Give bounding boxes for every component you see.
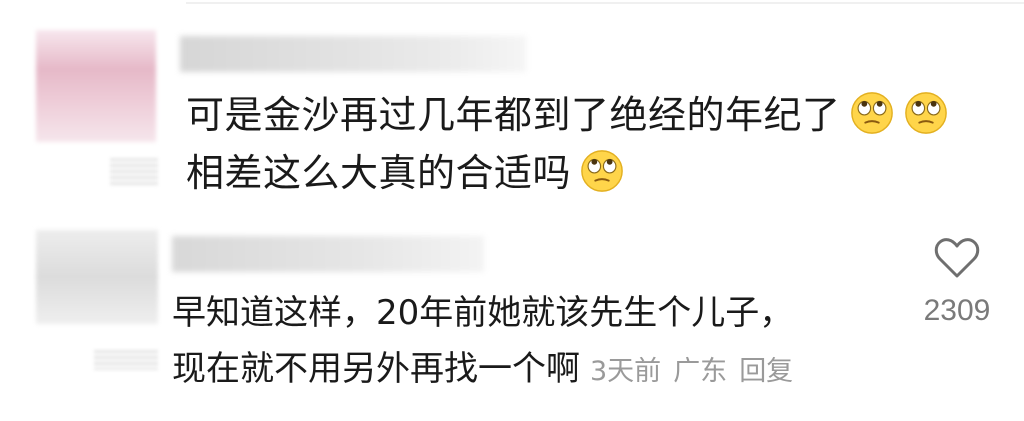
heart-outline-icon[interactable]: [933, 236, 981, 280]
comment-text-line: 现在就不用另外再找一个啊 3天前 广东 回复: [172, 341, 892, 400]
top-divider: [186, 2, 1024, 4]
avatar-blurred[interactable]: [36, 230, 158, 324]
eye-roll-emoji: [850, 92, 893, 134]
comment-text-segment: 可是金沙再过几年都到了绝经的年纪了: [186, 93, 841, 137]
blurred-region: [110, 158, 158, 186]
comment-text-line: 可是金沙再过几年都到了绝经的年纪了: [186, 86, 1006, 144]
comment-time: 3天前: [590, 356, 662, 387]
username-blurred[interactable]: [180, 36, 526, 72]
username-blurred[interactable]: [172, 236, 484, 272]
comment-text-line: 早知道这样，20年前她就该先生个儿子，: [172, 293, 794, 333]
eye-roll-emoji: [904, 92, 947, 134]
eye-roll-emoji: [581, 150, 623, 192]
comment-text-line: 相差这么大真的合适吗: [186, 144, 1006, 202]
like-count: 2309: [923, 294, 991, 327]
comment-text: 早知道这样，20年前她就该先生个儿子， 现在就不用另外再找一个啊 3天前 广东 回复: [172, 285, 892, 400]
comment-location: 广东: [673, 356, 728, 387]
blurred-region: [94, 350, 158, 370]
reply-button[interactable]: 回复: [739, 356, 793, 387]
comment-text-segment: 现在就不用另外再找一个啊: [172, 349, 580, 389]
avatar-blurred[interactable]: [36, 30, 156, 142]
comment-text-segment: 相差这么大真的合适吗: [186, 151, 572, 195]
like-button[interactable]: 2309: [912, 236, 1002, 328]
comment-text: 可是金沙再过几年都到了绝经的年纪了 相差这么大真的合适吗: [186, 86, 1006, 202]
comment-meta: 3天前 广东 回复: [590, 356, 793, 387]
